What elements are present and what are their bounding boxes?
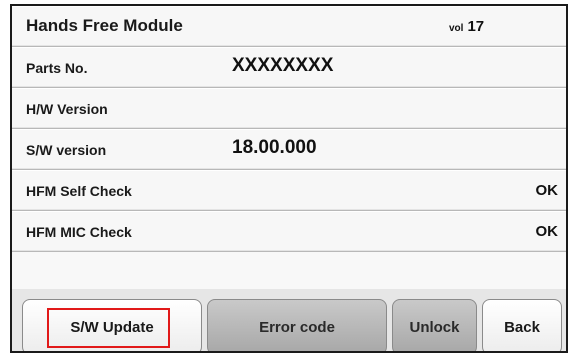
hfm-mic-check-row: HFM MIC Check OK bbox=[12, 211, 566, 252]
hfm-self-check-label: HFM Self Check bbox=[26, 183, 132, 199]
volume-label: vol bbox=[449, 23, 464, 34]
hw-version-label: H/W Version bbox=[26, 101, 108, 117]
sw-update-button[interactable]: S/W Update bbox=[22, 299, 202, 351]
header-row: Hands Free Module vol 17 bbox=[12, 6, 566, 47]
unlock-button[interactable]: Unlock bbox=[392, 299, 477, 351]
sw-version-row: S/W version 18.00.000 bbox=[12, 129, 566, 170]
parts-no-label: Parts No. bbox=[26, 60, 88, 76]
hands-free-module-panel: Hands Free Module vol 17 Parts No. XXXXXX… bbox=[10, 4, 568, 353]
hfm-mic-check-label: HFM MIC Check bbox=[26, 224, 132, 240]
hw-version-row: H/W Version bbox=[12, 88, 566, 129]
back-button[interactable]: Back bbox=[482, 299, 562, 351]
parts-no-row: Parts No. XXXXXXXX bbox=[12, 47, 566, 88]
parts-no-value: XXXXXXXX bbox=[232, 55, 334, 76]
hfm-self-check-status: OK bbox=[535, 182, 559, 199]
volume-indicator: vol 17 bbox=[449, 18, 484, 36]
hfm-mic-check-status: OK bbox=[535, 223, 559, 240]
volume-value: 17 bbox=[467, 18, 485, 35]
button-bar: S/W Update Error code Unlock Back bbox=[12, 289, 566, 351]
sw-version-label: S/W version bbox=[26, 142, 107, 158]
error-code-button[interactable]: Error code bbox=[207, 299, 387, 351]
page-title: Hands Free Module bbox=[26, 16, 183, 35]
hfm-self-check-row: HFM Self Check OK bbox=[12, 170, 566, 211]
sw-version-value: 18.00.000 bbox=[232, 137, 317, 158]
